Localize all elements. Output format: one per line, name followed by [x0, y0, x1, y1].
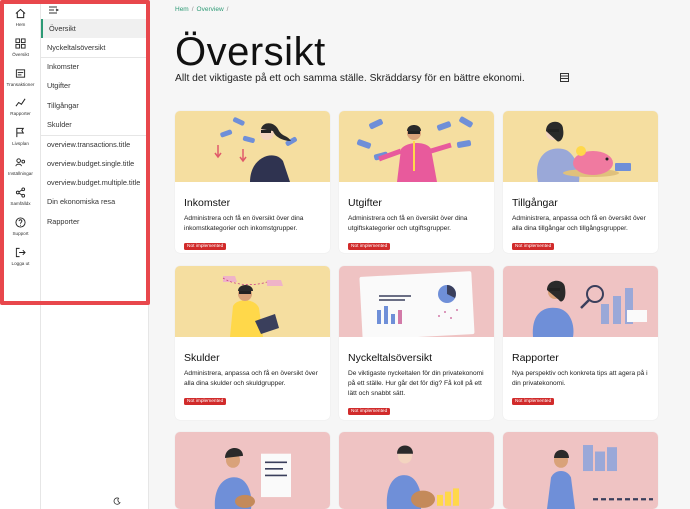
submenu-item-overview[interactable]: Översikt	[41, 19, 148, 38]
submenu-item-journey[interactable]: Din ekonomiska resa	[41, 192, 148, 211]
users-icon	[15, 158, 26, 167]
goals-illustration	[503, 432, 658, 509]
submenu-item-debts[interactable]: Skulder	[41, 115, 148, 134]
keyfigures-illustration	[339, 266, 494, 337]
card-description: De viktigaste nyckeltalen för din privat…	[348, 370, 484, 397]
rail-label: Support	[12, 231, 29, 236]
rail-item-overview[interactable]: Översikt	[0, 38, 41, 68]
card-description: Administrera, anpassa och få en översikt…	[512, 215, 646, 232]
submenu-panel: Översikt Nyckeltalsöversikt Inkomster Ut…	[41, 0, 149, 509]
submenu-item-keyfigures[interactable]: Nyckeltalsöversikt	[41, 38, 148, 57]
submenu-item-assets[interactable]: Tillgångar	[41, 96, 148, 115]
card-title: Tillgångar	[512, 197, 558, 209]
card-title: Rapporter	[512, 352, 559, 364]
journey-illustration	[175, 432, 330, 509]
card-description: Administrera, anpassa och få en översikt…	[184, 370, 318, 387]
card-assets[interactable]: Tillgångar Administrera, anpassa och få …	[503, 111, 658, 253]
list-view-icon[interactable]	[560, 73, 569, 82]
card-illustration	[339, 111, 494, 182]
page-subtitle: Allt det viktigaste på ett och samma stä…	[175, 73, 525, 84]
chart-icon	[15, 98, 26, 107]
card-description: Administrera och få en översikt över din…	[348, 215, 468, 232]
rail-label: Transaktioner	[6, 82, 35, 87]
rail-item-reports[interactable]: Rapporter	[0, 97, 41, 127]
submenu-item-income[interactable]: Inkomster	[41, 57, 148, 76]
submenu-item-budget-multiple[interactable]: overview.budget.multiple.title	[41, 173, 148, 192]
status-badge: Not implemented	[348, 243, 391, 250]
rail-item-settings[interactable]: Inställningar	[0, 157, 41, 187]
submenu-item-reports[interactable]: Rapporter	[41, 212, 148, 231]
rail-item-transactions[interactable]: Transaktioner	[0, 68, 41, 98]
share-icon	[15, 187, 26, 198]
rail-label: Samfälldx	[10, 201, 31, 206]
rail-item-logout[interactable]: Logga ut	[0, 247, 41, 277]
card-reports[interactable]: Rapporter Nya perspektiv och konkreta ti…	[503, 266, 658, 420]
card-expenses[interactable]: Utgifter Administrera och få en översikt…	[339, 111, 494, 253]
rail-item-support[interactable]: Support	[0, 217, 41, 247]
submenu-item-budget-single[interactable]: overview.budget.single.title	[41, 154, 148, 173]
submenu-item-expenses[interactable]: Utgifter	[41, 76, 148, 95]
savings-illustration	[339, 432, 494, 509]
collapse-menu-icon[interactable]	[49, 6, 59, 14]
card-title: Inkomster	[184, 197, 231, 209]
rail-item-share[interactable]: Samfälldx	[0, 187, 41, 217]
grid-icon	[15, 38, 26, 49]
card-row3-1[interactable]	[175, 432, 330, 509]
rail-label: Livsplan	[12, 141, 29, 146]
breadcrumb-separator: /	[226, 6, 229, 13]
help-icon	[15, 217, 26, 228]
card-illustration	[503, 432, 658, 509]
logout-icon	[15, 247, 26, 258]
card-title: Utgifter	[348, 197, 382, 209]
card-debts[interactable]: Skulder Administrera, anpassa och få en …	[175, 266, 330, 420]
debts-illustration	[175, 266, 330, 337]
rail-label: Inställningar	[8, 171, 33, 176]
breadcrumb-overview[interactable]: Overview	[197, 6, 224, 13]
card-keyfigures[interactable]: Nyckeltalsöversikt De viktigaste nyckelt…	[339, 266, 494, 420]
transactions-icon	[15, 69, 26, 78]
income-illustration	[175, 111, 330, 182]
icon-rail: Hem Översikt Transaktioner Rapporter Liv…	[0, 0, 41, 509]
submenu-item-transactions[interactable]: overview.transactions.title	[41, 135, 148, 154]
card-illustration	[339, 432, 494, 509]
card-illustration	[175, 111, 330, 182]
card-row3-2[interactable]	[339, 432, 494, 509]
card-title: Skulder	[184, 352, 220, 364]
status-badge: Not implemented	[512, 398, 555, 405]
moon-icon[interactable]	[113, 497, 121, 505]
reports-illustration	[503, 266, 658, 337]
status-badge: Not implemented	[348, 408, 391, 415]
breadcrumb-home[interactable]: Hem	[175, 6, 189, 13]
card-illustration	[503, 266, 658, 337]
expenses-illustration	[339, 111, 494, 182]
breadcrumb-separator: /	[191, 6, 194, 13]
rail-label: Översikt	[12, 52, 29, 57]
card-title: Nyckeltalsöversikt	[348, 352, 433, 364]
page-title: Översikt	[175, 30, 326, 74]
card-row3-3[interactable]	[503, 432, 658, 509]
card-illustration	[175, 266, 330, 337]
card-income[interactable]: Inkomster Administrera och få en översik…	[175, 111, 330, 253]
assets-illustration	[503, 111, 658, 182]
breadcrumb: Hem / Overview /	[175, 6, 231, 13]
status-badge: Not implemented	[184, 398, 227, 405]
rail-label: Hem	[15, 22, 26, 27]
card-description: Administrera och få en översikt över din…	[184, 215, 304, 232]
card-illustration	[503, 111, 658, 182]
rail-label: Rapporter	[10, 111, 31, 116]
home-icon	[15, 8, 26, 19]
card-description: Nya perspektiv och konkreta tips att age…	[512, 370, 648, 387]
rail-item-home[interactable]: Hem	[0, 8, 41, 38]
flag-icon	[16, 127, 25, 138]
rail-label: Logga ut	[11, 261, 30, 266]
status-badge: Not implemented	[184, 243, 227, 250]
status-badge: Not implemented	[512, 243, 555, 250]
rail-item-lifeplan[interactable]: Livsplan	[0, 127, 41, 157]
card-illustration	[339, 266, 494, 337]
app-root: Hem Översikt Transaktioner Rapporter Liv…	[0, 0, 690, 509]
card-illustration	[175, 432, 330, 509]
